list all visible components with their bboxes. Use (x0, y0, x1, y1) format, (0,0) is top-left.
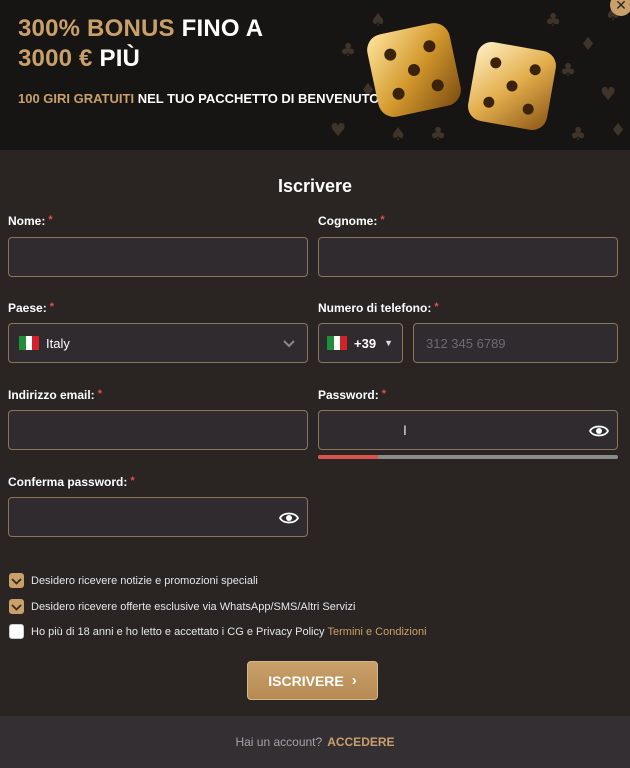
bonus-percent: 300% BONUS (18, 15, 175, 42)
phone-label-text: Numero di telefono: (318, 301, 432, 315)
svg-text:♦: ♦ (610, 120, 626, 141)
svg-text:♣: ♣ (570, 124, 586, 145)
banner-text: 300% BONUS FINO A 3000 € PIÙ 100 GIRI GR… (18, 14, 379, 107)
phone-label: Numero di telefono: * (318, 301, 439, 315)
required-mark: * (434, 301, 439, 313)
country-label-text: Paese: (8, 301, 47, 315)
terms-label: Ho più di 18 anni e ho letto e accettato… (31, 625, 325, 638)
dice-icon (367, 23, 556, 130)
first-name-input[interactable] (9, 238, 307, 276)
password-strength-fill (318, 455, 378, 459)
confirm-password-field[interactable] (8, 497, 308, 537)
whatsapp-label: Desidero ricevere offerte esclusive via … (31, 600, 356, 613)
required-mark: * (381, 388, 386, 400)
bonus-more: PIÙ (99, 45, 141, 72)
chevron-down-icon (283, 340, 295, 348)
first-name-label-text: Nome: (8, 214, 46, 228)
phone-input[interactable] (414, 324, 617, 362)
register-button-label: ISCRIVERE (268, 672, 344, 689)
spins-text: 100 GIRI GRATUITI NEL TUO PACCHETTO DI B… (18, 90, 379, 107)
password-input[interactable] (319, 411, 617, 449)
bonus-upto: FINO A (181, 15, 264, 42)
svg-text:♥: ♥ (330, 120, 346, 141)
required-mark: * (48, 214, 53, 226)
first-name-label: Nome: * (8, 214, 53, 228)
newsletter-label: Desidero ricevere notizie e promozioni s… (31, 574, 258, 587)
password-label-text: Password: (318, 388, 379, 402)
login-question: Hai un account? (235, 735, 323, 749)
text-cursor-icon: I (403, 422, 407, 438)
password-label: Password: * (318, 388, 386, 402)
password-field[interactable]: I (318, 410, 618, 450)
email-field[interactable] (8, 410, 308, 450)
last-name-field[interactable] (318, 237, 618, 277)
whatsapp-checkbox[interactable] (9, 599, 24, 614)
svg-text:♦: ♦ (580, 34, 596, 55)
phone-prefix-select[interactable]: +39 ▼ (318, 323, 403, 363)
email-input[interactable] (9, 411, 307, 449)
password-strength-bar (318, 455, 618, 459)
last-name-label: Cognome: * (318, 214, 385, 228)
confirm-password-label-text: Conferma password: (8, 475, 128, 489)
svg-text:♥: ♥ (600, 84, 616, 105)
newsletter-checkbox-row[interactable]: Desidero ricevere notizie e promozioni s… (9, 573, 258, 588)
required-mark: * (130, 475, 135, 487)
email-label-text: Indirizzo email: (8, 388, 95, 402)
confirm-password-label: Conferma password: * (8, 475, 135, 489)
required-mark: * (49, 301, 54, 313)
eye-icon[interactable] (589, 422, 609, 440)
check-icon (11, 578, 22, 585)
italy-flag-icon (19, 336, 40, 350)
welcome-package: NEL TUO PACCHETTO DI BENVENUTO (137, 91, 380, 106)
last-name-label-text: Cognome: (318, 214, 378, 228)
check-icon (11, 604, 22, 611)
bonus-amount: 3000 € (18, 45, 93, 72)
register-button[interactable]: ISCRIVERE › (247, 661, 378, 700)
last-name-input[interactable] (319, 238, 617, 276)
email-label: Indirizzo email: * (8, 388, 102, 402)
required-mark: * (97, 388, 102, 400)
phone-field[interactable] (413, 323, 618, 363)
chevron-right-icon: › (351, 672, 357, 689)
login-link[interactable]: ACCEDERE (327, 735, 394, 749)
terms-checkbox[interactable] (9, 624, 24, 639)
required-mark: * (380, 214, 385, 226)
registration-form: Iscrivere Nome: * Cognome: * Paese: * Italy… (0, 150, 630, 716)
phone-prefix: +39 (354, 335, 377, 351)
terms-link[interactable]: Termini e Condizioni (328, 626, 427, 638)
first-name-field[interactable] (8, 237, 308, 277)
caret-down-icon: ▼ (384, 338, 393, 348)
country-select[interactable]: Italy (8, 323, 308, 363)
free-spins: 100 GIRI GRATUITI (18, 91, 135, 106)
whatsapp-checkbox-row[interactable]: Desidero ricevere offerte esclusive via … (9, 599, 355, 614)
login-footer: Hai un account? ACCEDERE (0, 716, 630, 768)
country-value: Italy (46, 335, 70, 351)
svg-text:♣: ♣ (560, 60, 576, 81)
italy-flag-icon (327, 336, 348, 350)
eye-icon[interactable] (279, 509, 299, 527)
country-label: Paese: * (8, 301, 54, 315)
terms-checkbox-row[interactable]: Ho più di 18 anni e ho letto e accettato… (9, 624, 427, 639)
confirm-password-input[interactable] (9, 498, 307, 536)
newsletter-checkbox[interactable] (9, 573, 24, 588)
form-title: Iscrivere (277, 176, 353, 196)
bonus-headline: 300% BONUS FINO A 3000 € PIÙ (18, 14, 379, 74)
promo-banner: ♠♣♦ ♥♠♣ ♦♣♥ ♠♦♣ ♣♠ 300% BONUS FINO A 300… (0, 0, 630, 150)
